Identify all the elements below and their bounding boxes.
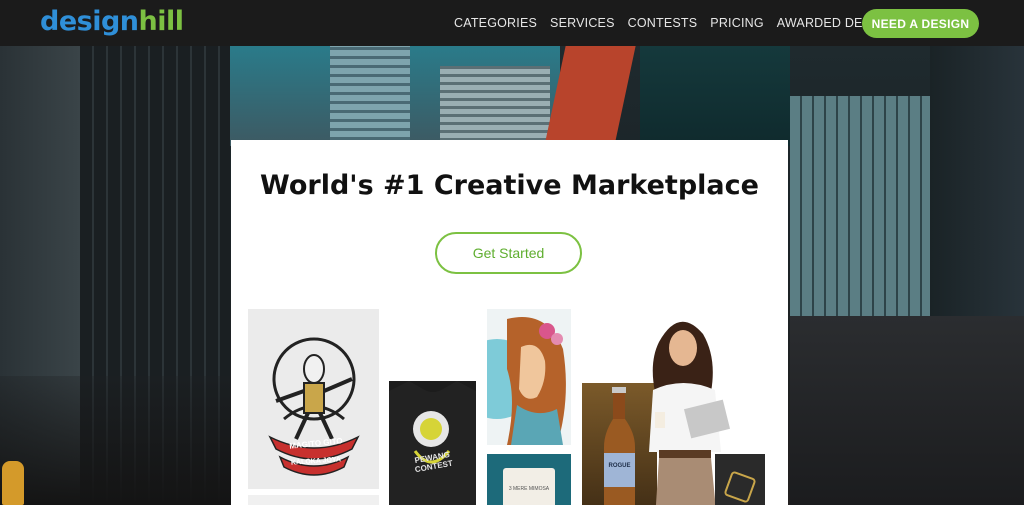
street-ground-left [0, 376, 231, 505]
gallery-tile-portrait-art[interactable] [487, 309, 571, 445]
gallery-tile-tshirt-design[interactable]: MAGITO GITO KALOKA JOYA [248, 309, 379, 489]
designhill-logo[interactable]: designhill [40, 6, 184, 38]
hero-card: World's #1 Creative Marketplace Get Star… [231, 140, 788, 505]
distant-tower-2 [440, 66, 550, 146]
shirt-graphic [389, 381, 476, 505]
gallery-tile-dark-product[interactable] [715, 454, 765, 505]
right-building-glass [790, 96, 930, 316]
hero-headline: World's #1 Creative Marketplace [260, 170, 759, 201]
product-emblem [723, 470, 757, 504]
distant-tower [330, 46, 410, 146]
top-navigation: designhill CATEGORIES SERVICES CONTESTS … [0, 0, 1024, 46]
get-started-button[interactable]: Get Started [435, 232, 582, 274]
right-tower [640, 46, 790, 146]
nav-pricing[interactable]: PRICING [710, 16, 764, 30]
nav-services[interactable]: SERVICES [550, 16, 615, 30]
hydrant-icon [2, 461, 24, 505]
gallery-tile-bottom-left [248, 495, 379, 505]
portrait-illustration [487, 317, 566, 445]
need-a-design-button[interactable]: NEED A DESIGN [862, 9, 979, 38]
nav-categories[interactable]: CATEGORIES [454, 16, 537, 30]
nav-links: CATEGORIES SERVICES CONTESTS PRICING AWA… [454, 0, 916, 46]
nav-contests[interactable]: CONTESTS [628, 16, 698, 30]
gallery-tile-dark-tshirt[interactable]: PEWANG CONTEST [389, 381, 476, 505]
street-ground [790, 316, 1024, 505]
pouch-label: 3 MERE MIMOSA [508, 486, 550, 492]
gallery-tile-pouch-packaging[interactable]: 3 MERE MIMOSA [487, 454, 571, 505]
